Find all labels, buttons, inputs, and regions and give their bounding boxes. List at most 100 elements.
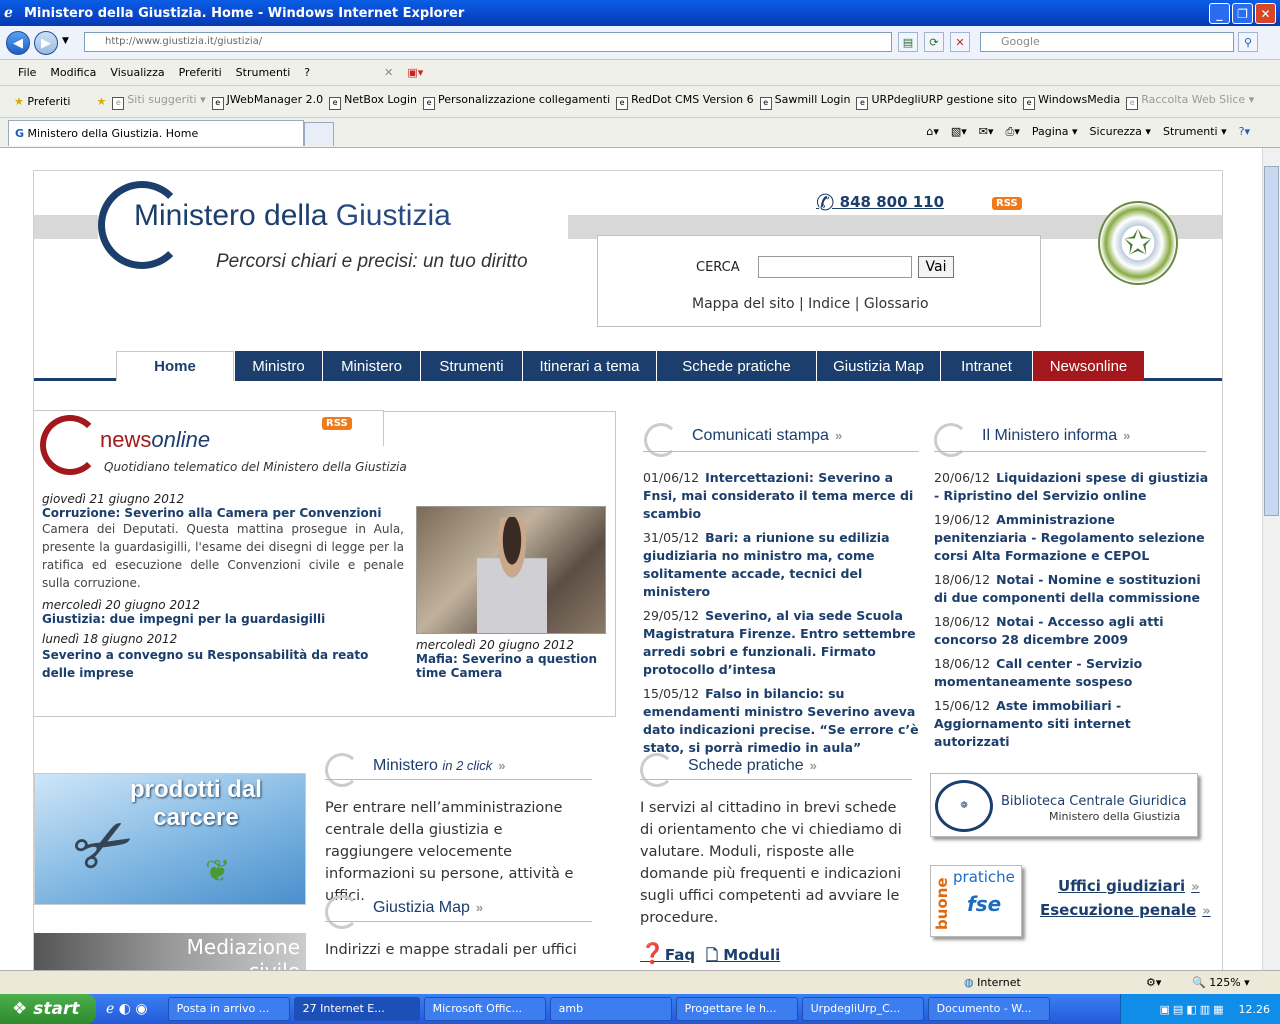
- tray-icons[interactable]: ▣▤◧▥▦: [1160, 1003, 1227, 1016]
- menu-strumenti[interactable]: Strumenti: [236, 66, 291, 79]
- new-tab-button[interactable]: [304, 122, 334, 146]
- minimize-button[interactable]: _: [1209, 3, 1230, 24]
- list-item[interactable]: 18/06/12 Call center - Servizio momentane…: [934, 655, 1210, 691]
- menu-visualizza[interactable]: Visualizza: [110, 66, 164, 79]
- print-icon[interactable]: ⎙▾: [1006, 125, 1020, 139]
- uffici-giudiziari-link[interactable]: Uffici giudiziari»: [1058, 877, 1200, 895]
- banner-biblioteca[interactable]: ❁ Biblioteca Centrale Giuridica Minister…: [930, 773, 1198, 837]
- nav-ministero[interactable]: Ministero: [322, 351, 420, 381]
- fav-item[interactable]: e Sawmill Login: [759, 93, 850, 110]
- news-headline[interactable]: Severino a convegno su Responsabilità da…: [42, 646, 404, 682]
- site-logo[interactable]: Ministero della Giustizia Percorsi chiar…: [98, 181, 568, 272]
- search-icon[interactable]: ⚲: [1238, 32, 1258, 52]
- forward-button[interactable]: ▶: [34, 31, 58, 55]
- fav-item[interactable]: e WindowsMedia: [1023, 93, 1120, 110]
- news-photo[interactable]: [416, 506, 606, 634]
- photo-headline[interactable]: Mafia: Severino a question time Camera: [416, 652, 612, 680]
- taskbar-item[interactable]: Microsoft Offic...: [423, 997, 546, 1021]
- history-dropdown-icon[interactable]: ▼: [62, 36, 69, 46]
- close-button[interactable]: ✕: [1255, 3, 1276, 24]
- feeds-icon[interactable]: ▧▾: [951, 125, 967, 139]
- compat-view-icon[interactable]: ▤: [898, 32, 918, 52]
- list-item[interactable]: 19/06/12 Amministrazione penitenziaria - …: [934, 511, 1210, 565]
- fav-item[interactable]: e NetBox Login: [329, 93, 417, 110]
- home-icon[interactable]: ⌂▾: [926, 125, 939, 139]
- taskbar-item[interactable]: 27 Internet E...: [293, 997, 420, 1021]
- nav-schede[interactable]: Schede pratiche: [656, 351, 816, 381]
- taskbar-item[interactable]: UrpdegliUrp_C...: [801, 997, 924, 1021]
- taskbar-item[interactable]: Documento - W...: [927, 997, 1050, 1021]
- refresh-icon[interactable]: ⟳: [924, 32, 944, 52]
- nav-ministro[interactable]: Ministro: [234, 351, 322, 381]
- search-submit-button[interactable]: Vai: [918, 256, 954, 278]
- list-item[interactable]: 31/05/12 Bari: a riunione su edilizia giu…: [643, 529, 919, 601]
- esecuzione-penale-link[interactable]: Esecuzione penale»: [1040, 901, 1211, 919]
- list-item[interactable]: 18/06/12 Notai - Nomine e sostituzioni di…: [934, 571, 1210, 607]
- banner-mediazione[interactable]: Mediazione civile: [34, 933, 306, 970]
- menu-modifica[interactable]: Modifica: [50, 66, 96, 79]
- nav-itinerari[interactable]: Itinerari a tema: [522, 351, 656, 381]
- menu-preferiti[interactable]: Preferiti: [179, 66, 222, 79]
- address-input[interactable]: http://www.giustizia.it/giustizia/: [84, 32, 892, 52]
- glossary-link[interactable]: Glossario: [864, 296, 929, 312]
- page-menu[interactable]: Pagina ▾: [1032, 125, 1078, 139]
- zone-indicator[interactable]: ◍ Internet: [964, 976, 1021, 989]
- moduli-link[interactable]: 🗋 Moduli: [706, 945, 780, 970]
- nav-home[interactable]: Home: [116, 351, 234, 381]
- informa-title[interactable]: Il Ministero informa»: [934, 423, 1130, 457]
- vertical-scrollbar[interactable]: [1262, 148, 1280, 970]
- scrollbar-thumb[interactable]: [1264, 166, 1279, 516]
- site-search-input[interactable]: [758, 256, 912, 278]
- news-headline[interactable]: Corruzione: Severino alla Camera per Con…: [42, 506, 404, 520]
- fav-item[interactable]: e Raccolta Web Slice ▾: [1126, 93, 1254, 110]
- menu-help[interactable]: ?: [304, 66, 310, 79]
- quicklaunch-icons[interactable]: ℯ ◐ ◉: [106, 1001, 148, 1017]
- mail-icon[interactable]: ✉▾: [979, 125, 994, 139]
- list-item[interactable]: 29/05/12 Severino, al via sede Scuola Mag…: [643, 607, 919, 679]
- list-item[interactable]: 01/06/12 Intercettazioni: Severino a Fnsi…: [643, 469, 919, 523]
- nav-strumenti[interactable]: Strumenti: [420, 351, 522, 381]
- protected-mode-icon[interactable]: ⚙▾: [1146, 976, 1161, 989]
- pdf-icon[interactable]: ▣▾: [407, 66, 423, 79]
- index-link[interactable]: Indice: [808, 296, 850, 312]
- giustizia-map-title[interactable]: Giustizia Map»: [325, 895, 483, 929]
- tab-active[interactable]: G Ministero della Giustizia. Home: [8, 120, 304, 146]
- taskbar-item[interactable]: Posta in arrivo ...: [167, 997, 290, 1021]
- help-icon[interactable]: ?▾: [1239, 125, 1250, 139]
- security-menu[interactable]: Sicurezza ▾: [1090, 125, 1151, 139]
- sitemap-link[interactable]: Mappa del sito: [692, 296, 795, 312]
- list-item[interactable]: 15/05/12 Falso in bilancio: su emendament…: [643, 685, 919, 757]
- comunicati-title[interactable]: Comunicati stampa»: [644, 423, 842, 457]
- news-headline[interactable]: Giustizia: due impegni per la guardasigi…: [42, 612, 404, 626]
- favorites-button[interactable]: ★ Preferiti: [14, 95, 70, 108]
- news-rss-button[interactable]: RSS: [322, 417, 352, 430]
- banner-prodotti-carcere[interactable]: prodotti dal carcere ✂ ❦: [34, 773, 306, 905]
- nav-intranet[interactable]: Intranet: [940, 351, 1032, 381]
- fav-item[interactable]: e Personalizzazione collegamenti: [423, 93, 610, 110]
- rss-button[interactable]: RSS: [992, 197, 1022, 210]
- list-item[interactable]: 18/06/12 Notai - Accesso agli atti concor…: [934, 613, 1210, 649]
- faq-link[interactable]: ❓Faq: [640, 941, 695, 965]
- close-toolbar-icon[interactable]: ✕: [384, 66, 393, 79]
- fav-item[interactable]: e RedDot CMS Version 6: [616, 93, 754, 110]
- taskbar-item[interactable]: amb: [549, 997, 672, 1021]
- banner-buone-pratiche[interactable]: buone pratiche fse: [930, 865, 1022, 937]
- list-item[interactable]: 15/06/12 Aste immobiliari - Aggiornamento…: [934, 697, 1210, 751]
- start-button[interactable]: ❖ start: [0, 994, 96, 1024]
- phone-link[interactable]: ✆ 848 800 110: [816, 191, 944, 216]
- search-input[interactable]: Google: [980, 32, 1234, 52]
- tools-menu[interactable]: Strumenti ▾: [1163, 125, 1227, 139]
- zoom-control[interactable]: 🔍 125% ▾: [1192, 976, 1250, 989]
- fav-item[interactable]: e JWebManager 2.0: [211, 93, 323, 110]
- taskbar-item[interactable]: Progettare le h...: [675, 997, 798, 1021]
- schede-title[interactable]: Schede pratiche»: [640, 753, 817, 787]
- nav-newsonline[interactable]: Newsonline: [1032, 351, 1144, 381]
- stop-icon[interactable]: ✕: [950, 32, 970, 52]
- back-button[interactable]: ◀: [6, 31, 30, 55]
- maximize-button[interactable]: ❐: [1232, 3, 1253, 24]
- fav-item[interactable]: e URPdegliURP gestione sito: [856, 93, 1017, 110]
- list-item[interactable]: 20/06/12 Liquidazioni spese di giustizia …: [934, 469, 1210, 505]
- fav-item[interactable]: e Siti suggeriti ▾: [112, 93, 206, 110]
- add-favorite-icon[interactable]: ★: [96, 95, 106, 108]
- ministero-2click-title[interactable]: Ministero in 2 click»: [325, 753, 505, 787]
